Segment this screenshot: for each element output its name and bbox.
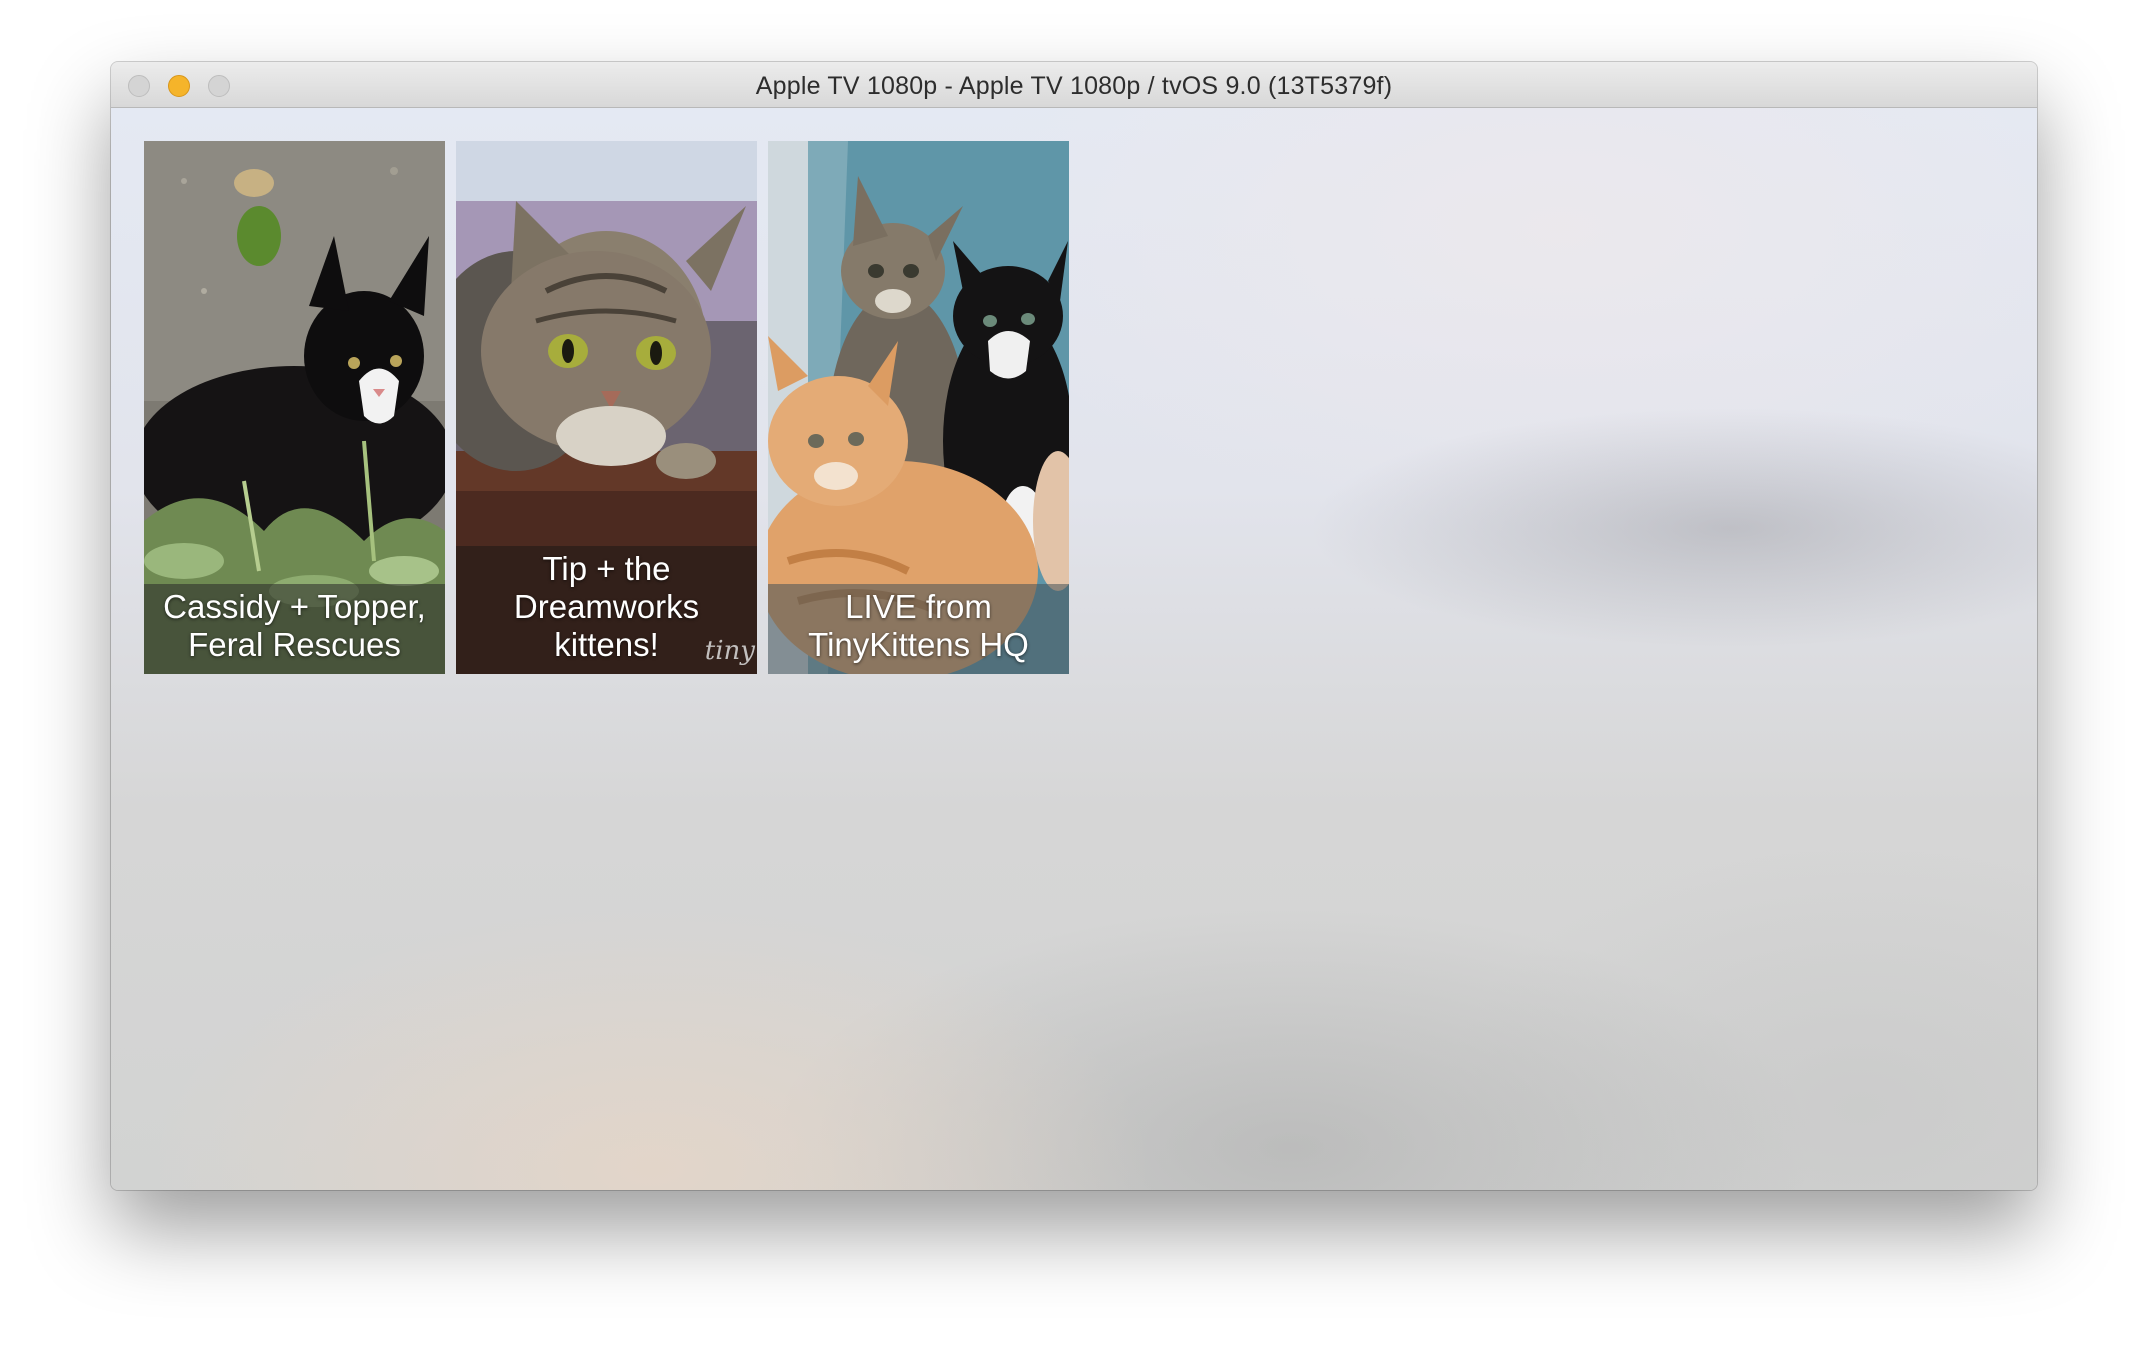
simulator-window: Apple TV 1080p - Apple TV 1080p / tvOS 9… — [111, 62, 2037, 1190]
video-tile-tip-dreamworks[interactable]: Tip + the Dreamworks kittens! tiny — [456, 141, 757, 674]
caption-line: LIVE from — [845, 588, 992, 625]
video-tile-row: Cassidy + Topper, Feral Rescues Tip + th… — [144, 141, 1069, 674]
caption-line: Feral Rescues — [188, 626, 401, 663]
title-bar[interactable]: Apple TV 1080p - Apple TV 1080p / tvOS 9… — [111, 62, 2037, 108]
video-tile-cassidy-topper[interactable]: Cassidy + Topper, Feral Rescues — [144, 141, 445, 674]
tinykittens-watermark: tiny — [704, 636, 755, 666]
caption-line: Dreamworks — [513, 588, 700, 625]
video-tile-live-tinykittens-hq[interactable]: LIVE from TinyKittens HQ — [768, 141, 1069, 674]
window-title: Apple TV 1080p - Apple TV 1080p / tvOS 9… — [755, 72, 1393, 100]
caption-line: Tip + the — [542, 550, 671, 587]
caption-line: Cassidy + Topper, — [163, 588, 426, 625]
tile-caption: LIVE from TinyKittens HQ — [768, 584, 1069, 674]
tile-caption: Cassidy + Topper, Feral Rescues — [144, 584, 445, 674]
caption-line: TinyKittens HQ — [808, 626, 1029, 663]
tv-screen: Cassidy + Topper, Feral Rescues Tip + th… — [111, 108, 2037, 1190]
